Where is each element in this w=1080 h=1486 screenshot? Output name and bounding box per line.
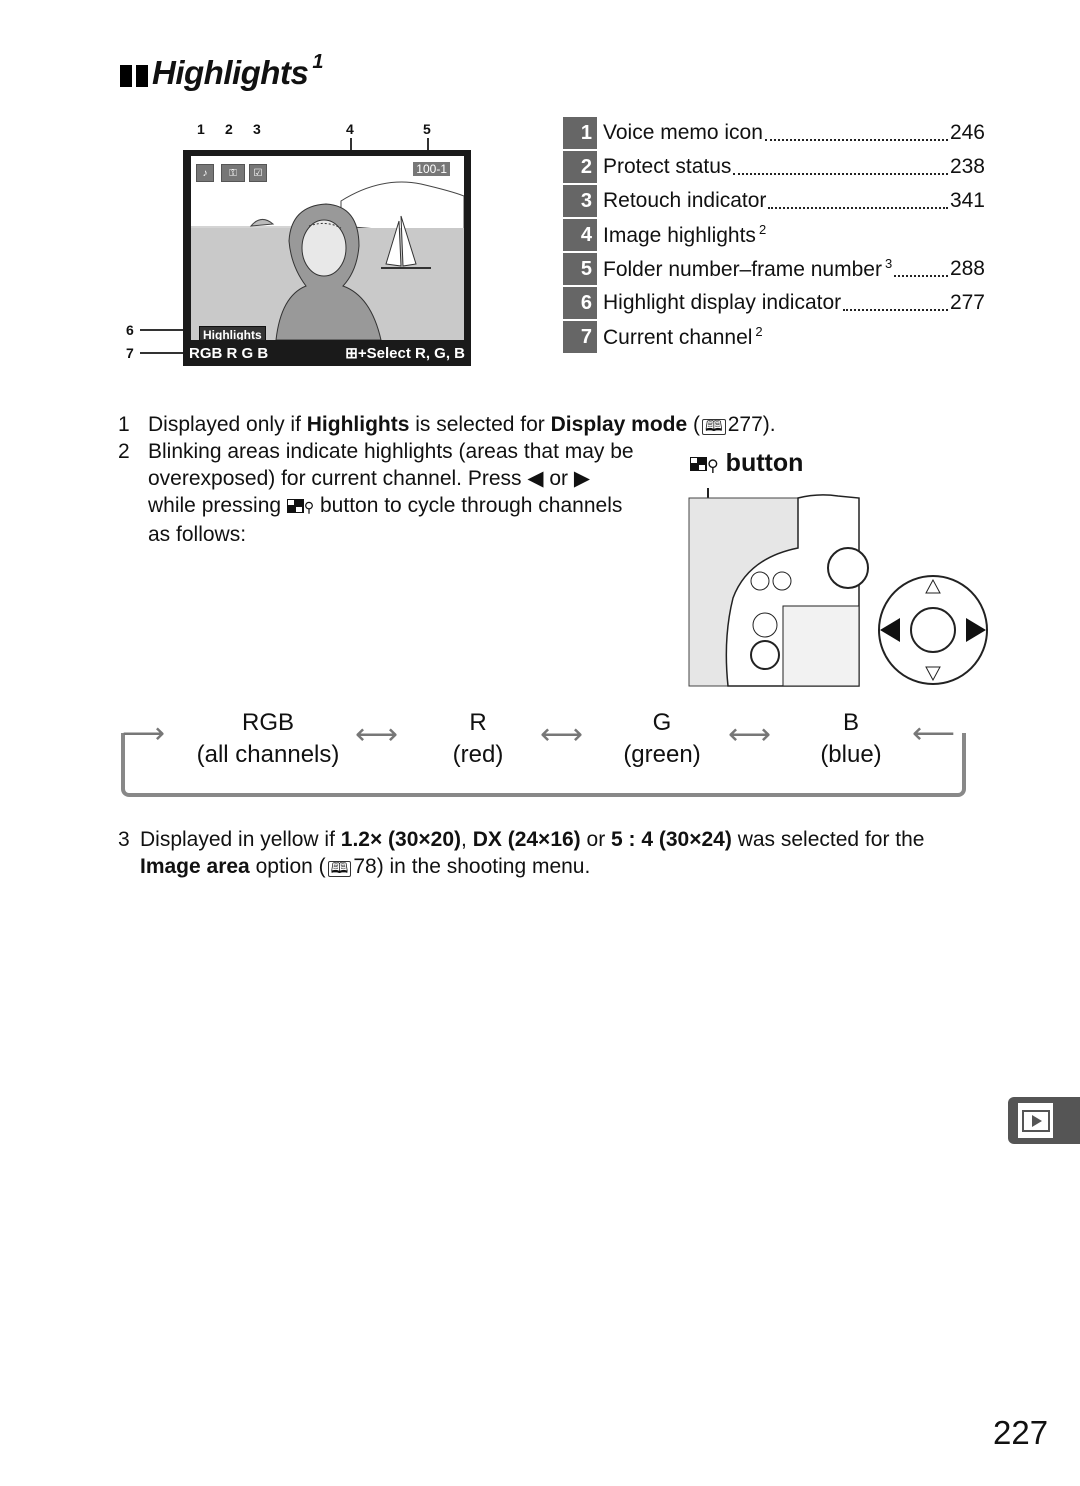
loop-arrow-right-icon: ⟶: [122, 717, 166, 750]
page-link[interactable]: 78: [353, 855, 376, 878]
channel-g: G (green): [623, 709, 701, 768]
callout-5: 5: [423, 121, 431, 137]
callout-6: 6: [126, 322, 134, 338]
page-reference[interactable]: 238: [950, 155, 985, 179]
highlights-indicator: Highlights: [199, 326, 266, 340]
portrait-scene-icon: [191, 156, 464, 340]
footnote-2: 2 Blinking areas indicate highlights (are…: [118, 440, 634, 546]
camera-back-illustration: [688, 488, 988, 687]
playback-icon: [1021, 1109, 1050, 1132]
button-caption: ⚲ button: [690, 449, 803, 478]
legend-item: 7 Current channel 2: [563, 320, 985, 354]
bidirectional-arrow-icon: ⟷: [355, 718, 399, 751]
bidirectional-arrow-icon: ⟷: [728, 718, 772, 751]
book-icon: 🕮: [702, 419, 726, 435]
callout-2: 2: [225, 121, 233, 137]
callout-legend: 1 Voice memo icon 246 2 Protect status 238 3…: [563, 116, 985, 354]
voice-memo-icon: ♪: [196, 164, 214, 182]
channel-readout: RGB R G B: [189, 344, 269, 362]
callout-4: 4: [346, 121, 354, 137]
thumbnail-zoom-button-icon: [750, 640, 780, 670]
callout-3: 3: [253, 121, 261, 137]
thumbnail-zoom-icon: ⊞: [345, 345, 358, 362]
sample-photo: ♪ ⚿ ☑ 100-1 Highlights: [191, 156, 464, 340]
page-reference[interactable]: 277: [950, 291, 985, 315]
monitor-illustration: ♪ ⚿ ☑ 100-1 Highlights RGB R G B ⊞+Selec…: [183, 150, 471, 366]
legend-item: 4 Image highlights 2: [563, 218, 985, 252]
thumbnail-zoom-icon: [690, 457, 707, 472]
page-number: 227: [993, 1414, 1049, 1451]
legend-item: 6 Highlight display indicator 277: [563, 286, 985, 320]
callout-1: 1: [197, 121, 205, 137]
leader-line-7: [140, 352, 184, 354]
section-marker: [120, 65, 148, 87]
page-link[interactable]: 277: [728, 413, 763, 436]
legend-item: 2 Protect status 238: [563, 150, 985, 184]
monitor-status-bar: RGB R G B ⊞+Select R, G, B: [183, 340, 471, 366]
page-reference[interactable]: 246: [950, 121, 985, 145]
menu-button-icon: [752, 612, 778, 638]
channel-r: R (red): [452, 709, 504, 768]
retouch-check-icon: ☑: [249, 164, 267, 182]
footnote-1: 1 Displayed only if Highlights is selecte…: [118, 413, 776, 436]
thumbnail-zoom-icon: [286, 499, 304, 514]
legend-item: 5 Folder number–frame number 3 288: [563, 252, 985, 286]
callout-7: 7: [126, 345, 134, 361]
playback-section-tab[interactable]: [1008, 1097, 1080, 1144]
book-icon: 🕮: [327, 861, 352, 877]
bidirectional-arrow-icon: ⟷: [540, 718, 584, 751]
page-reference[interactable]: 341: [950, 189, 985, 213]
channel-rgb: RGB (all channels): [196, 709, 340, 768]
protect-key-icon: ⚿: [221, 164, 245, 182]
select-hint: ⊞+Select R, G, B: [345, 345, 465, 362]
page-title: Highlights 1: [152, 51, 323, 91]
channel-b: B (blue): [820, 709, 882, 768]
page-reference[interactable]: 288: [950, 257, 985, 281]
folder-frame-number: 100-1: [413, 162, 450, 176]
legend-item: 3 Retouch indicator 341: [563, 184, 985, 218]
loop-arrow-left-icon: ⟵: [912, 717, 956, 750]
legend-item: 1 Voice memo icon 246: [563, 116, 985, 150]
footnote-3: 3 Displayed in yellow if 1.2× (30×20), DX…: [118, 828, 925, 878]
